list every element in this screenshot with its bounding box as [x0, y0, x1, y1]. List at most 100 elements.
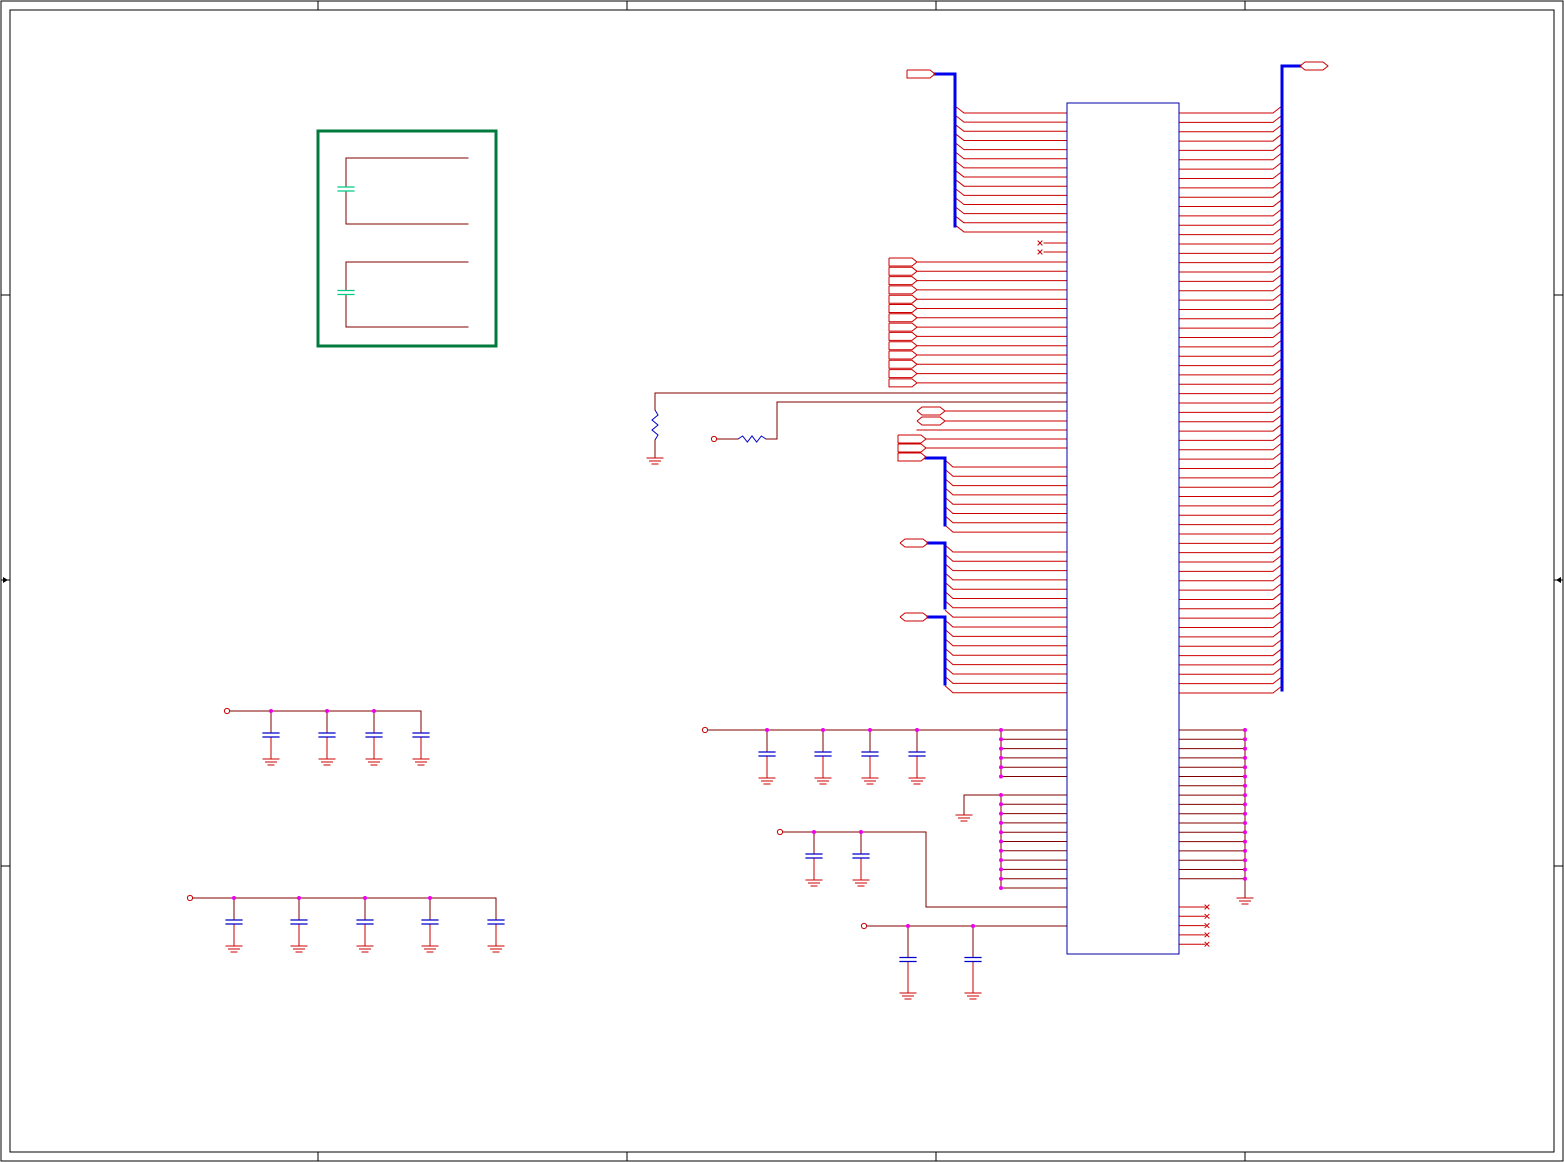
port-flag[interactable] — [897, 452, 927, 462]
junction-dot — [999, 774, 1003, 779]
junction-dot — [999, 802, 1003, 807]
junction-dot — [1243, 737, 1247, 742]
power-pin-circle[interactable] — [223, 707, 231, 715]
ground-symbol — [805, 879, 823, 887]
capacitor-symbol — [814, 729, 832, 785]
ground-symbol — [421, 945, 439, 953]
ground-symbol — [290, 945, 308, 953]
power-pin-circle[interactable] — [710, 435, 718, 443]
connector-symbol[interactable] — [1066, 102, 1180, 955]
components-layer — [316, 61, 1329, 955]
power-pin-circle[interactable] — [776, 828, 784, 836]
capacitor-symbol — [412, 710, 430, 766]
junction-dot — [915, 728, 919, 732]
port-flag[interactable] — [888, 341, 918, 351]
arrow-marker — [3, 577, 8, 583]
junction-dot — [812, 830, 816, 834]
port-flag[interactable] — [888, 294, 918, 304]
resistor-zigzag — [651, 409, 659, 441]
no-connect-x — [1204, 904, 1210, 910]
port-flag[interactable] — [888, 359, 918, 369]
junction-dot — [999, 886, 1003, 890]
junction-dot — [999, 830, 1003, 835]
port-flag[interactable] — [888, 304, 918, 313]
decoupling-rails-left — [186, 707, 505, 953]
left-top-bus-nets — [954, 105, 1068, 253]
junction-dot — [999, 755, 1003, 760]
junction-dot — [999, 858, 1003, 863]
power-pin-circle[interactable] — [860, 922, 868, 930]
junction-dot — [999, 765, 1003, 770]
junction-dot — [765, 728, 769, 732]
port-flag[interactable] — [888, 313, 918, 323]
junction-dot — [363, 896, 367, 900]
port-flag[interactable] — [888, 350, 918, 360]
power-pin-circle[interactable] — [186, 894, 194, 902]
bus-entry — [944, 685, 954, 694]
connector-power-right — [1178, 729, 1254, 945]
junction-dot — [971, 924, 975, 928]
port-flag[interactable] — [888, 257, 918, 267]
capacitor-symbol — [262, 710, 280, 766]
junction-dot — [999, 867, 1003, 872]
right-bus-nets — [1178, 105, 1283, 694]
ground-symbol — [356, 945, 374, 953]
left-lower-bus-nets — [944, 459, 1068, 694]
no-connect-x — [1037, 240, 1043, 246]
sheet-frame — [0, 0, 1564, 1162]
no-connect-x — [1037, 249, 1043, 255]
ground-symbol — [487, 945, 505, 953]
junction-dot — [1243, 774, 1247, 779]
schematic-sheet — [0, 0, 1564, 1162]
ground-symbol — [262, 758, 280, 766]
port-flag[interactable] — [888, 369, 918, 379]
port-flag[interactable] — [888, 276, 918, 286]
port-flag[interactable] — [1299, 61, 1329, 71]
junction-dot — [1243, 876, 1247, 881]
junction-dot — [269, 709, 273, 713]
capacitor-symbol — [899, 925, 917, 1000]
port-flag[interactable] — [899, 612, 929, 622]
junction-dot — [999, 848, 1003, 853]
no-connect-x — [1204, 941, 1210, 947]
port-flag[interactable] — [906, 69, 936, 79]
port-flag[interactable] — [897, 434, 927, 444]
junction-dot — [821, 728, 825, 732]
junction-dot — [999, 876, 1003, 881]
junction-dot — [1243, 848, 1247, 853]
no-connect-x — [1204, 932, 1210, 938]
outer-border — [0, 0, 1564, 1162]
ground-symbol — [1236, 897, 1254, 905]
ground-symbol — [964, 992, 982, 1000]
wires-layer — [186, 105, 1283, 1000]
port-flag[interactable] — [888, 331, 918, 341]
capacitor-symbol — [356, 897, 374, 953]
port-flag[interactable] — [888, 322, 918, 332]
junction-dot — [1243, 830, 1247, 835]
no-connect-x — [1204, 922, 1210, 929]
resistor-symbol — [651, 409, 659, 441]
port-flag[interactable] — [916, 416, 946, 426]
capacitor-symbol — [225, 897, 243, 953]
junction-dot — [1243, 765, 1247, 770]
ground-symbol — [365, 758, 383, 766]
capacitor-symbol — [337, 186, 355, 192]
junction-dot — [1243, 793, 1247, 798]
junction-dot — [999, 811, 1003, 816]
power-pin-circle[interactable] — [701, 726, 709, 734]
capacitor-symbol — [318, 710, 336, 766]
junction-dot — [428, 896, 432, 900]
schematic-canvas — [0, 0, 1564, 1162]
ground-symbol — [225, 945, 243, 953]
junction-dot — [1243, 755, 1247, 760]
junction-dot — [1243, 811, 1247, 816]
port-flag[interactable] — [888, 378, 918, 388]
inner-border — [9, 9, 1555, 1153]
port-flag[interactable] — [888, 285, 918, 295]
junction-dot — [868, 728, 872, 732]
port-flag[interactable] — [899, 538, 929, 548]
port-flag[interactable] — [888, 266, 918, 276]
capacitor-symbol — [487, 897, 505, 953]
port-flag[interactable] — [897, 443, 927, 453]
port-flag[interactable] — [916, 406, 946, 416]
